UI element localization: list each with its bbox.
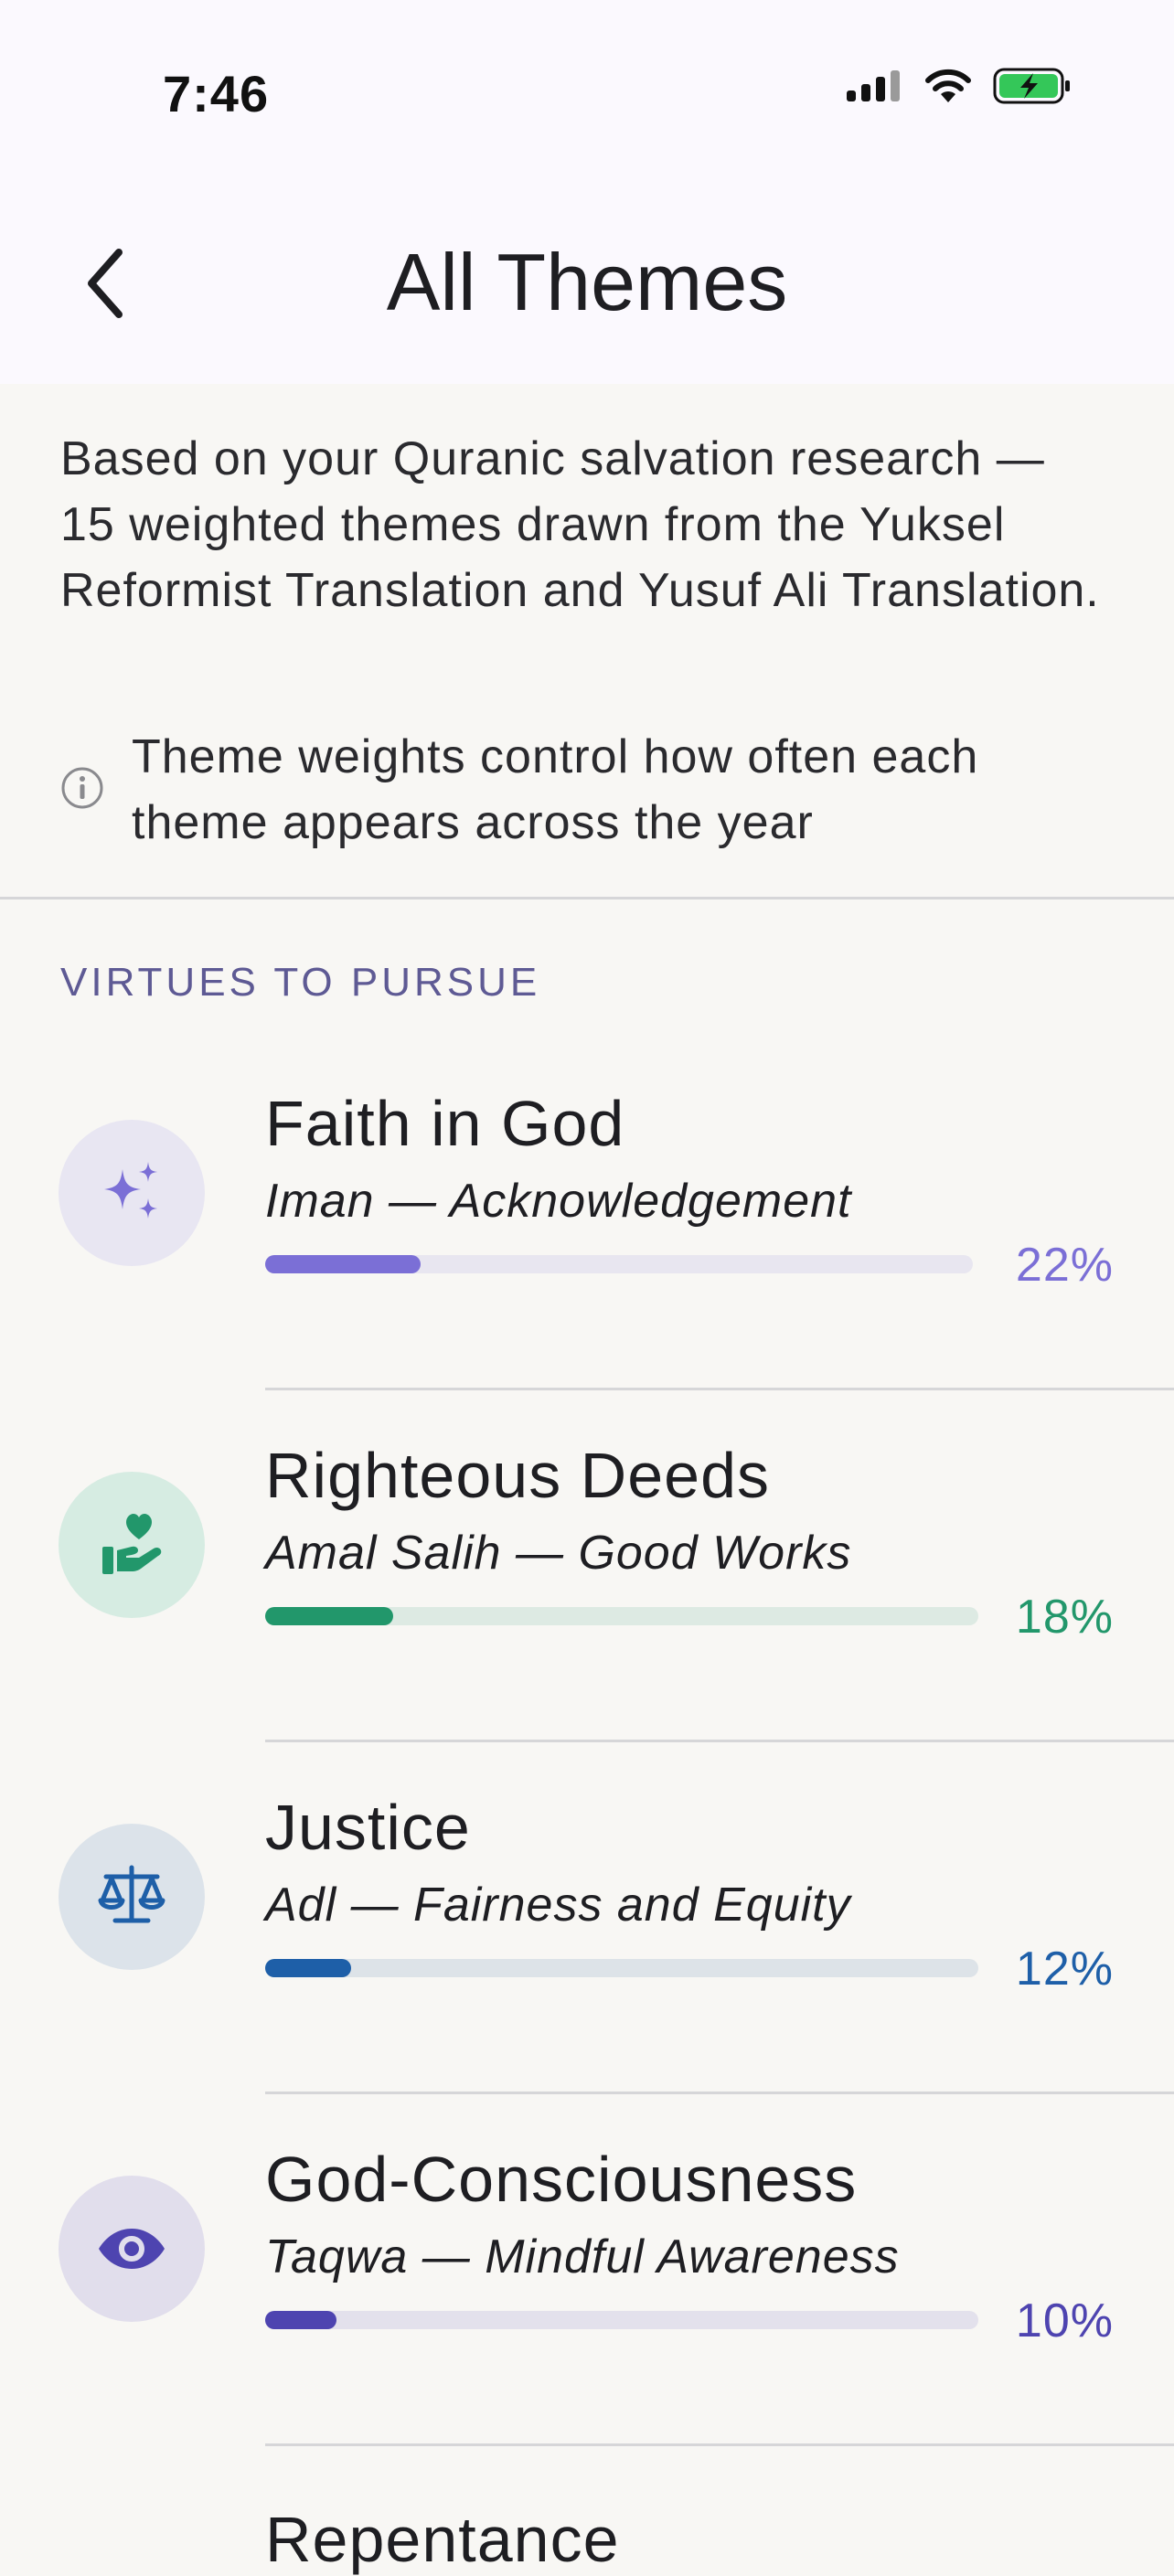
- weight-bar-fill: [265, 2311, 336, 2329]
- theme-subtitle: Amal Salih — Good Works: [265, 1527, 852, 1580]
- battery-charging-icon: [993, 68, 1070, 104]
- scales-icon: [98, 1865, 165, 1923]
- weight-bar: [265, 1959, 978, 1977]
- status-icons: [847, 68, 1072, 104]
- theme-icon-wrap: [59, 1120, 205, 1266]
- theme-subtitle: Iman — Acknowledgement: [265, 1175, 852, 1228]
- theme-icon-wrap: [59, 1472, 205, 1618]
- row-divider: [265, 2443, 1174, 2446]
- theme-name: Faith in God: [265, 1088, 625, 1159]
- weight-bar-fill: [265, 1255, 422, 1273]
- theme-name: Righteous Deeds: [265, 1440, 770, 1511]
- hand-heart-icon: [102, 1514, 162, 1574]
- weight-percent: 22%: [1015, 1239, 1114, 1292]
- weight-bar: [265, 2311, 978, 2329]
- theme-icon-wrap: [59, 2176, 205, 2322]
- weight-bar-fill: [265, 1959, 351, 1977]
- info-text: Theme weights control how often each the…: [132, 730, 979, 849]
- status-time: 7:46: [163, 65, 270, 122]
- theme-row-justice[interactable]: Justice Adl — Fairness and Equity 12%: [0, 1742, 1174, 2094]
- theme-icon-wrap: [59, 1824, 205, 1970]
- theme-row-righteous-deeds[interactable]: Righteous Deeds Amal Salih — Good Works …: [0, 1390, 1174, 1742]
- weight-percent: 18%: [1015, 1591, 1114, 1644]
- wifi-icon: [925, 69, 971, 102]
- theme-subtitle: Adl — Fairness and Equity: [265, 1879, 851, 1932]
- weight-bar: [265, 1255, 973, 1273]
- theme-row-god-consciousness[interactable]: God-Consciousness Taqwa — Mindful Awaren…: [0, 2094, 1174, 2446]
- weight-percent: 10%: [1015, 2294, 1114, 2347]
- theme-name: God-Consciousness: [265, 2144, 858, 2215]
- eye-icon: [99, 2229, 165, 2269]
- weight-bar: [265, 1607, 978, 1625]
- info-circle-icon: [61, 767, 103, 809]
- theme-name: Justice: [265, 1792, 471, 1863]
- section-title: VIRTUES TO PURSUE: [60, 960, 541, 1005]
- next-theme-peek[interactable]: Repentance: [265, 2503, 620, 2576]
- theme-row-faith[interactable]: Faith in God Iman — Acknowledgement 22%: [0, 1038, 1174, 1390]
- page-title: All Themes: [386, 237, 788, 327]
- top-bar: 7:46 All Themes: [0, 0, 1174, 384]
- theme-subtitle: Taqwa — Mindful Awareness: [265, 2230, 900, 2283]
- sparkles-icon: [104, 1162, 157, 1219]
- signal-icon: [847, 70, 900, 101]
- weight-bar-fill: [265, 1607, 394, 1625]
- section-divider: [0, 897, 1174, 899]
- weight-percent: 12%: [1015, 1943, 1114, 1996]
- info-note: Theme weights control how often each the…: [60, 724, 1112, 856]
- intro-text: Based on your Quranic salvation research…: [60, 432, 1100, 617]
